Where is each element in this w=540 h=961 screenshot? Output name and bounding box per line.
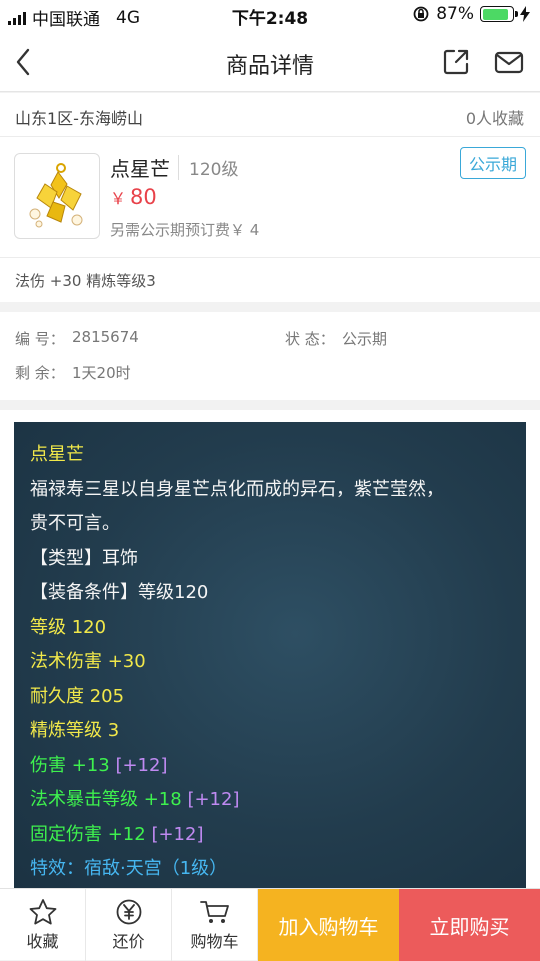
- divider: [0, 136, 540, 137]
- favorite-count: 0人收藏: [465, 109, 524, 128]
- status-value: 公示期: [342, 330, 388, 348]
- desc-special-effect: 特效：宿敌·天宫（1级）: [30, 858, 228, 879]
- bargain-tab[interactable]: 还价: [86, 889, 172, 961]
- currency-symbol: ￥: [110, 189, 127, 208]
- desc-title: 点星芒: [30, 444, 84, 465]
- server-name: 山东1区-东海崂山: [15, 109, 143, 128]
- favorite-tab[interactable]: 收藏: [0, 889, 86, 961]
- desc-refine: 精炼等级 3: [30, 720, 120, 741]
- desc-lore: 贵不可言。: [30, 513, 120, 534]
- item-description-panel: 点星芒 福禄寿三星以自身星芒点化而成的异石，紫芒莹然， 贵不可言。 【类型】耳饰…: [14, 422, 526, 892]
- desc-lore: 福禄寿三星以自身星芒点化而成的异石，紫芒莹然，: [30, 478, 444, 500]
- battery-percent: 87%: [436, 4, 474, 24]
- item-price: ￥ 80: [110, 185, 157, 209]
- desc-fixed-damage: 固定伤害 +12 [+12]: [30, 818, 510, 853]
- cart-label: 购物车: [190, 932, 239, 951]
- message-icon[interactable]: [492, 46, 526, 78]
- stat-bonus: [+12]: [151, 823, 204, 845]
- price-value: 80: [130, 185, 157, 209]
- rotation-lock-icon: [413, 6, 429, 22]
- cart-tab[interactable]: 购物车: [172, 889, 258, 961]
- listing-info: 编 号： 2815674 状 态： 公示期 剩 余： 1天20时: [0, 312, 540, 400]
- desc-requirement: 【装备条件】等级120: [30, 582, 209, 603]
- desc-level: 等级 120: [30, 616, 107, 638]
- cart-icon: [199, 901, 229, 923]
- id-value: 2815674: [72, 328, 139, 346]
- add-to-cart-button[interactable]: 加入购物车: [258, 889, 399, 961]
- status-right: 87%: [412, 4, 530, 24]
- stat-value: 伤害 +13: [30, 754, 110, 776]
- charging-icon: [520, 6, 530, 22]
- earring-item-icon: [29, 163, 83, 228]
- remaining-label: 剩 余：: [15, 364, 65, 382]
- buy-now-button[interactable]: 立即购买: [399, 889, 540, 961]
- desc-magic-damage: 法术伤害 +30: [30, 651, 146, 672]
- bottom-action-bar: 收藏 还价 购物车 加入购物车 立即购买: [0, 888, 540, 961]
- bargain-yen-icon: [116, 899, 141, 925]
- divider: [0, 257, 540, 258]
- bargain-label: 还价: [112, 932, 145, 951]
- status-badge: 公示期: [459, 147, 526, 179]
- stat-bonus: [+12]: [187, 789, 240, 810]
- battery-icon: [480, 6, 518, 22]
- status-label: 状 态：: [285, 330, 335, 348]
- desc-crit: 法术暴击等级 +18 [+12]: [30, 783, 510, 818]
- status-bar: 中国联通 4G 下午2:48 87%: [0, 0, 540, 32]
- item-level: 120级: [178, 155, 238, 180]
- reservation-fee: 另需公示期预订费￥ 4: [110, 221, 260, 239]
- favorite-label: 收藏: [26, 932, 59, 951]
- star-icon: [29, 899, 56, 925]
- description-section: 点星芒 福禄寿三星以自身星芒点化而成的异石，紫芒莹然， 贵不可言。 【类型】耳饰…: [0, 410, 540, 892]
- stat-bonus: [+12]: [115, 754, 168, 776]
- stat-value: 固定伤害 +12: [30, 823, 146, 845]
- desc-durability: 耐久度 205: [30, 685, 125, 707]
- desc-damage: 伤害 +13 [+12]: [30, 749, 510, 784]
- share-icon[interactable]: [440, 46, 474, 78]
- remaining-value: 1天20时: [72, 364, 131, 382]
- product-card: 山东1区-东海崂山 0人收藏 点星芒 120级 公示期 ￥ 80 另需公示期预订费…: [0, 93, 540, 302]
- item-name: 点星芒: [110, 157, 170, 181]
- desc-type: 【类型】耳饰: [30, 547, 138, 569]
- id-label: 编 号：: [15, 330, 65, 348]
- item-thumbnail[interactable]: [14, 153, 100, 239]
- stat-value: 法术暴击等级 +18: [30, 789, 182, 810]
- nav-bar: 商品详情: [0, 32, 540, 92]
- item-attributes: 法伤 +30 精炼等级3: [15, 272, 156, 290]
